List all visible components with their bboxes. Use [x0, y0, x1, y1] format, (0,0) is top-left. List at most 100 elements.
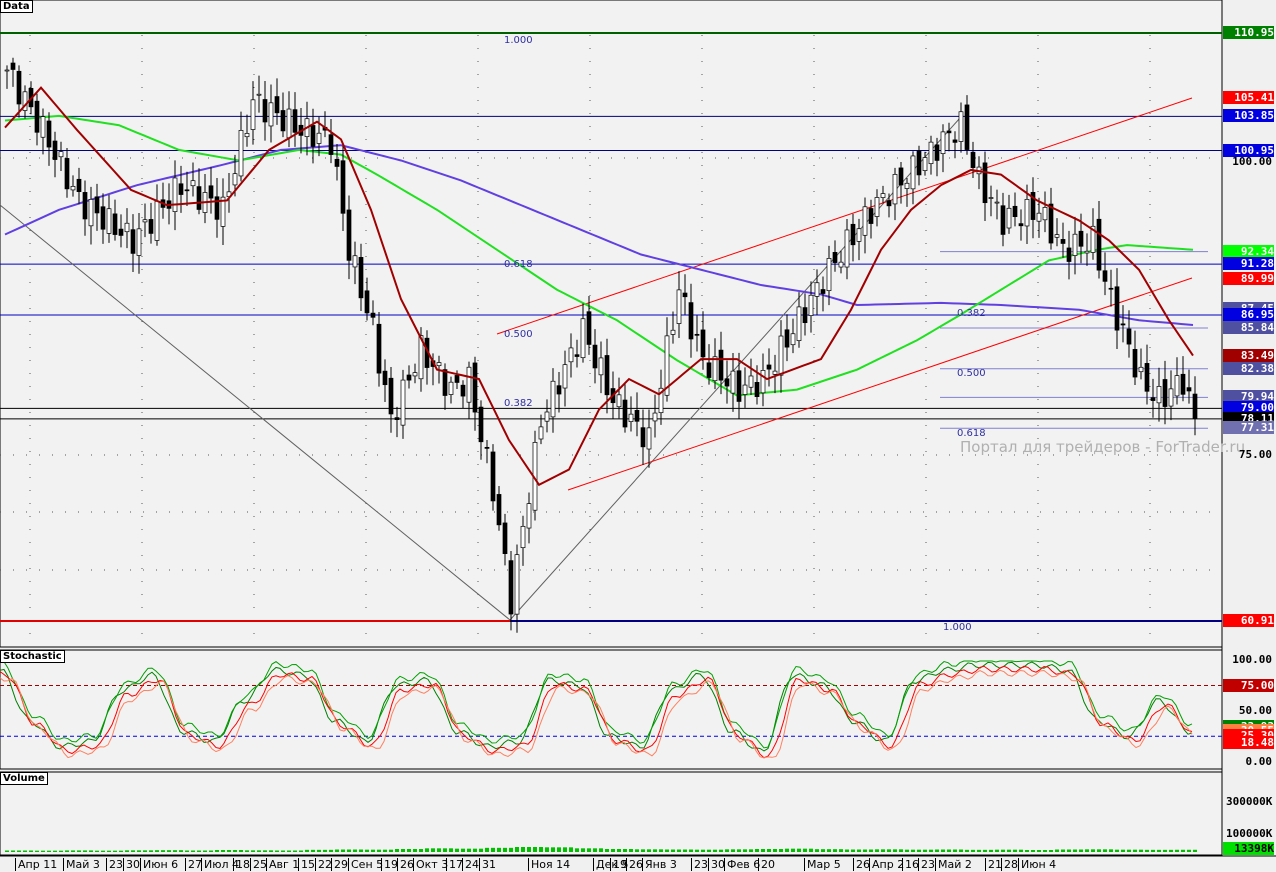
volume-bar	[917, 849, 921, 852]
volume-bar	[215, 850, 219, 852]
date-label: 21	[985, 858, 1002, 871]
volume-bar	[269, 850, 273, 852]
volume-bar	[713, 849, 717, 852]
volume-bar	[101, 850, 105, 852]
candle-body	[1042, 207, 1048, 221]
volume-bar	[365, 849, 369, 852]
candle-body	[892, 174, 898, 205]
volume-bar	[683, 849, 687, 852]
candle-body	[802, 307, 808, 324]
candle-body	[1156, 386, 1162, 404]
candle-body	[550, 380, 556, 418]
candle-body	[526, 503, 532, 529]
candle-body	[604, 355, 610, 396]
candle-body	[748, 375, 754, 388]
candle-body	[4, 69, 10, 72]
volume-bar	[1151, 849, 1155, 852]
date-label: Май 2	[935, 858, 972, 871]
candle-body	[256, 93, 262, 96]
date-label: 26	[397, 858, 414, 871]
volume-bar	[167, 850, 171, 852]
price-tag: 83.49	[1223, 348, 1274, 362]
candle-body	[934, 144, 940, 161]
date-label: Июн 6	[140, 858, 178, 871]
candle-body	[1138, 366, 1144, 373]
volume-bar	[821, 849, 825, 852]
stoch-axis-label: 0.00	[1245, 755, 1273, 768]
candle-body	[154, 200, 160, 241]
volume-bar	[539, 847, 543, 852]
date-label: Фев 6	[724, 858, 760, 871]
candle-body	[952, 139, 958, 143]
volume-bar	[1013, 849, 1017, 852]
candle-body	[1012, 205, 1018, 218]
date-label: Ноя 14	[528, 858, 570, 871]
stochastic-pane	[0, 649, 1223, 770]
main-pane	[0, 0, 1223, 648]
volume-bar	[281, 850, 285, 852]
candle-body	[1006, 207, 1012, 229]
candle-body	[994, 201, 1000, 204]
date-label: 30	[123, 858, 140, 871]
volume-bar	[485, 847, 489, 852]
date-label: 20	[758, 858, 775, 871]
volume-bar	[653, 849, 657, 852]
price-tag: 89.99	[1223, 272, 1274, 286]
volume-bar	[155, 850, 159, 852]
candle-body	[688, 302, 694, 340]
volume-bar	[329, 849, 333, 852]
volume-bar	[719, 849, 723, 852]
candle-body	[436, 362, 442, 367]
volume-bar	[833, 849, 837, 852]
volume-bar	[401, 849, 405, 852]
volume-bar	[737, 849, 741, 852]
volume-bar	[1139, 849, 1143, 852]
watermark: Портал для трейдеров - ForTrader.ru	[960, 438, 1246, 456]
candle-body	[478, 406, 484, 443]
candle-body	[94, 196, 100, 214]
date-label: 30	[708, 858, 725, 871]
candle-body	[868, 208, 874, 224]
candle-body	[178, 183, 184, 195]
candle-body	[712, 356, 718, 382]
volume-bar	[893, 849, 897, 852]
volume-bar	[287, 850, 291, 852]
volume-bar	[443, 848, 447, 852]
candle-body	[946, 130, 952, 134]
candle-body	[316, 132, 322, 144]
volume-bar	[1187, 849, 1191, 852]
candle-body	[100, 206, 106, 230]
candle-body	[730, 370, 736, 394]
fib-label: 1.000	[504, 35, 533, 46]
date-label: 31	[479, 858, 496, 871]
volume-pane-label: Volume	[0, 772, 48, 785]
candle-body	[784, 329, 790, 348]
volume-bar	[503, 847, 507, 852]
volume-bar	[623, 849, 627, 852]
candle-body	[562, 364, 568, 389]
volume-bar	[935, 849, 939, 852]
candle-body	[646, 427, 652, 450]
volume-bar	[533, 847, 537, 852]
date-label: 15	[298, 858, 315, 871]
stochastic-pane-label: Stochastic	[0, 650, 65, 663]
volume-bar	[1091, 849, 1095, 852]
volume-bar	[35, 850, 39, 852]
volume-bar	[851, 849, 855, 852]
candle-body	[1102, 270, 1108, 282]
volume-bar	[521, 847, 525, 852]
date-label: Июн 4	[1018, 858, 1056, 871]
volume-bar	[377, 849, 381, 852]
volume-bar	[1097, 849, 1101, 852]
candle-body	[808, 294, 814, 316]
fib-label: 0.500	[957, 368, 986, 379]
candle-body	[700, 329, 706, 358]
volume-bar	[197, 850, 201, 852]
volume-bar	[1193, 849, 1197, 852]
candle-body	[274, 96, 280, 114]
candle-body	[1132, 349, 1138, 378]
volume-bar	[827, 849, 831, 852]
candle-body	[742, 384, 748, 395]
volume-bar	[845, 849, 849, 852]
candle-body	[622, 399, 628, 428]
